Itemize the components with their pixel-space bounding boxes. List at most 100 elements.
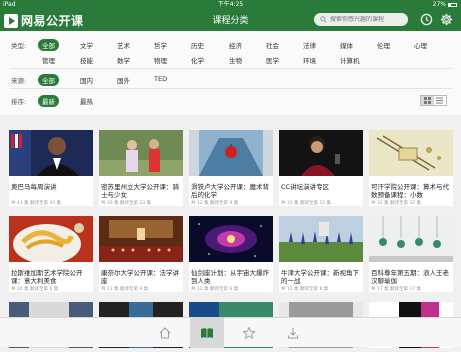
status-time: 下午4:25 [217, 1, 244, 8]
course-title: 百科尊年第五期：浪人王老汉聊瑜伽 [371, 269, 449, 285]
list-icon [436, 97, 444, 104]
course-thumbnail [189, 216, 273, 262]
course-card[interactable]: 滑铁卢大学公开课：魔术背后的化学 共 12 集 翻译至第 9 集 [189, 130, 273, 206]
course-meta: 共 12 集 翻译至第 8 集 [281, 287, 329, 292]
category-art[interactable]: 艺术 [117, 40, 130, 50]
course-card[interactable] [369, 302, 453, 348]
source-label: 来源: [11, 77, 27, 85]
nav-bar: 网易公开课 课程分类 [0, 9, 461, 31]
course-meta: 共 15 集 翻译至第 15 集 [281, 201, 332, 206]
category-computer[interactable]: 计算机 [340, 55, 360, 65]
list-view-button[interactable] [434, 96, 447, 105]
course-title: 可汗学院公开课：算术与代数预备课程：小数 [371, 183, 449, 199]
category-society[interactable]: 社会 [266, 40, 279, 50]
course-card[interactable]: 奥巴马每周演讲 共 43 集 翻译至第 43 集 [9, 130, 93, 206]
tab-downloads[interactable] [276, 318, 310, 348]
search-input[interactable] [330, 16, 408, 23]
source-foreign[interactable]: 国外 [117, 75, 130, 85]
course-meta: 共 43 集 翻译至第 43 集 [11, 201, 62, 206]
course-thumbnail [279, 130, 363, 176]
course-meta: 共 32 集 翻译至第 32 集 [371, 201, 422, 206]
course-thumbnail [369, 130, 453, 176]
settings-gear-icon[interactable] [440, 13, 453, 26]
star-icon [242, 326, 256, 340]
category-ethics[interactable]: 伦理 [377, 40, 390, 50]
course-meta: 共 24 集 翻译至第 6 集 [11, 287, 59, 292]
course-thumbnail [189, 130, 273, 176]
course-card[interactable]: 百科尊年第五期：浪人王老汉聊瑜伽 共 17 集 翻译至第 17 集 [369, 216, 453, 292]
category-physics[interactable]: 物理 [154, 55, 167, 65]
course-meta: 共 12 集 翻译至第 6 集 [191, 287, 239, 292]
course-card[interactable]: 拉斯维加斯艺术学院公开课：意大利美食 共 24 集 翻译至第 6 集 [9, 216, 93, 292]
course-card[interactable] [189, 302, 273, 348]
source-ted[interactable]: TED [154, 75, 167, 83]
course-thumbnail [369, 216, 453, 262]
category-biology[interactable]: 生物 [229, 55, 242, 65]
history-clock-icon[interactable] [420, 13, 433, 26]
category-media[interactable]: 媒体 [340, 40, 353, 50]
course-title: 牛津大学公开课：新视角下的一战 [281, 269, 359, 285]
course-title: 奥巴马每周演讲 [11, 183, 57, 191]
sort-hottest[interactable]: 最热 [80, 96, 93, 106]
category-math[interactable]: 数学 [117, 55, 130, 65]
course-meta: 共 13 集 翻译至第 9 集 [101, 287, 149, 292]
grid-view-button[interactable] [421, 96, 434, 105]
category-management[interactable]: 管理 [42, 55, 55, 65]
category-chemistry[interactable]: 化学 [191, 55, 204, 65]
download-icon [288, 328, 298, 339]
course-thumbnail [9, 130, 93, 176]
course-title: 康奈尔大学公开课：法学讲座 [101, 269, 179, 285]
battery-icon [448, 2, 457, 7]
course-title: 密苏里州立大学公开课：骑士与少女 [101, 183, 179, 199]
divider [10, 68, 451, 69]
source-all[interactable]: 全部 [38, 74, 59, 86]
course-card[interactable]: 可汗学院公开课：算术与代数预备课程：小数 共 32 集 翻译至第 32 集 [369, 130, 453, 206]
course-card[interactable]: 密苏里州立大学公开课：骑士与少女 共 30 集 翻译至第 23 集 [99, 130, 183, 206]
bottom-tab-bar [0, 317, 461, 348]
home-icon [159, 327, 171, 339]
grid-icon [423, 97, 431, 104]
category-environment[interactable]: 环境 [303, 55, 316, 65]
book-icon [201, 328, 213, 338]
course-meta: 共 17 集 翻译至第 17 集 [371, 287, 422, 292]
category-philosophy[interactable]: 哲学 [154, 40, 167, 50]
course-card[interactable]: 康奈尔大学公开课：法学讲座 共 13 集 翻译至第 9 集 [99, 216, 183, 292]
category-skills[interactable]: 技能 [80, 55, 93, 65]
course-thumbnail [99, 216, 183, 262]
course-card[interactable]: 仙剑座计划：从宇宙大爆炸到人类 共 12 集 翻译至第 6 集 [189, 216, 273, 292]
category-literature[interactable]: 文学 [80, 40, 93, 50]
course-title: 滑铁卢大学公开课：魔术背后的化学 [191, 183, 269, 199]
category-all[interactable]: 全部 [38, 39, 59, 51]
tab-home[interactable] [148, 318, 182, 348]
search-box[interactable] [314, 13, 408, 26]
sort-newest[interactable]: 最新 [38, 95, 59, 107]
course-card[interactable]: 牛津大学公开课：新视角下的一战 共 12 集 翻译至第 8 集 [279, 216, 363, 292]
course-title: CC讲坛演讲专区 [281, 183, 330, 191]
course-thumbnail [279, 216, 363, 262]
source-domestic[interactable]: 国内 [80, 75, 93, 85]
course-card[interactable]: CC讲坛演讲专区 共 15 集 翻译至第 15 集 [279, 130, 363, 206]
course-title: 仙剑座计划：从宇宙大爆炸到人类 [191, 269, 269, 285]
divider [10, 88, 451, 89]
view-toggle[interactable] [420, 95, 447, 106]
filter-panel: 类型: 全部 文学 艺术 哲学 历史 经济 社会 法律 媒体 伦理 心理 管理 … [0, 31, 461, 115]
category-economics[interactable]: 经济 [229, 40, 242, 50]
course-thumbnail [99, 130, 183, 176]
status-bar: iPad 下午4:25 27% [0, 0, 461, 9]
tab-categories[interactable] [190, 318, 224, 348]
sort-label: 排序: [11, 98, 27, 106]
course-card[interactable] [9, 302, 93, 348]
course-meta: 共 12 集 翻译至第 9 集 [191, 201, 239, 206]
course-card[interactable] [99, 302, 183, 348]
category-psychology[interactable]: 心理 [414, 40, 427, 50]
category-medicine[interactable]: 医学 [266, 55, 279, 65]
course-card[interactable] [279, 302, 363, 348]
battery-indicator: 27% [433, 0, 457, 9]
course-meta: 共 30 集 翻译至第 23 集 [101, 201, 152, 206]
tab-favorites[interactable] [232, 318, 266, 348]
course-thumbnail [9, 216, 93, 264]
category-law[interactable]: 法律 [303, 40, 316, 50]
category-history[interactable]: 历史 [191, 40, 204, 50]
battery-percent: 27% [432, 1, 446, 8]
course-title: 拉斯维加斯艺术学院公开课：意大利美食 [11, 269, 83, 285]
